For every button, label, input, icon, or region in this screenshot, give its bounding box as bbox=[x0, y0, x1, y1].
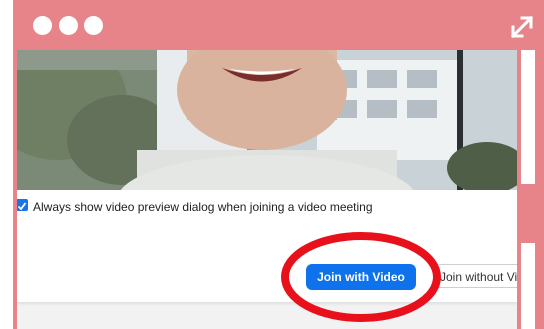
preview-checkbox[interactable] bbox=[17, 199, 28, 211]
scrollbar-segment-bottom[interactable] bbox=[521, 243, 535, 329]
scrollbar-segment-top[interactable] bbox=[521, 50, 535, 184]
checkmark-icon bbox=[17, 202, 27, 211]
window-control-dot-1[interactable] bbox=[33, 16, 52, 35]
window-control-dot-3[interactable] bbox=[84, 16, 103, 35]
expand-icon[interactable] bbox=[509, 14, 535, 40]
window-control-dot-2[interactable] bbox=[59, 16, 78, 35]
camera-feed-image bbox=[17, 50, 517, 190]
preview-checkbox-label: Always show video preview dialog when jo… bbox=[33, 200, 373, 214]
highlight-circle-annotation bbox=[281, 232, 441, 322]
join-without-video-button[interactable]: Join without Video bbox=[434, 264, 517, 288]
video-preview bbox=[17, 50, 517, 190]
